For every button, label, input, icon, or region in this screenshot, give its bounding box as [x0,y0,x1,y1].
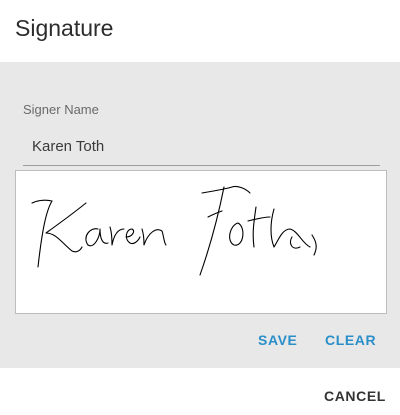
dialog-content: Signer Name Karen Toth SAVE CLEAR [0,62,400,368]
signer-name-input[interactable] [23,128,380,166]
clear-button[interactable]: CLEAR [321,326,380,354]
handwritten-signature [31,185,317,276]
signature-dialog: Signature Signer Name Karen Toth SAVE CL… [0,0,400,415]
cancel-button[interactable]: CANCEL [320,382,390,410]
save-button[interactable]: SAVE [254,326,302,354]
dialog-title: Signature [15,15,114,41]
signature-pad[interactable] [15,170,387,314]
signer-name-label: Signer Name [23,102,99,117]
